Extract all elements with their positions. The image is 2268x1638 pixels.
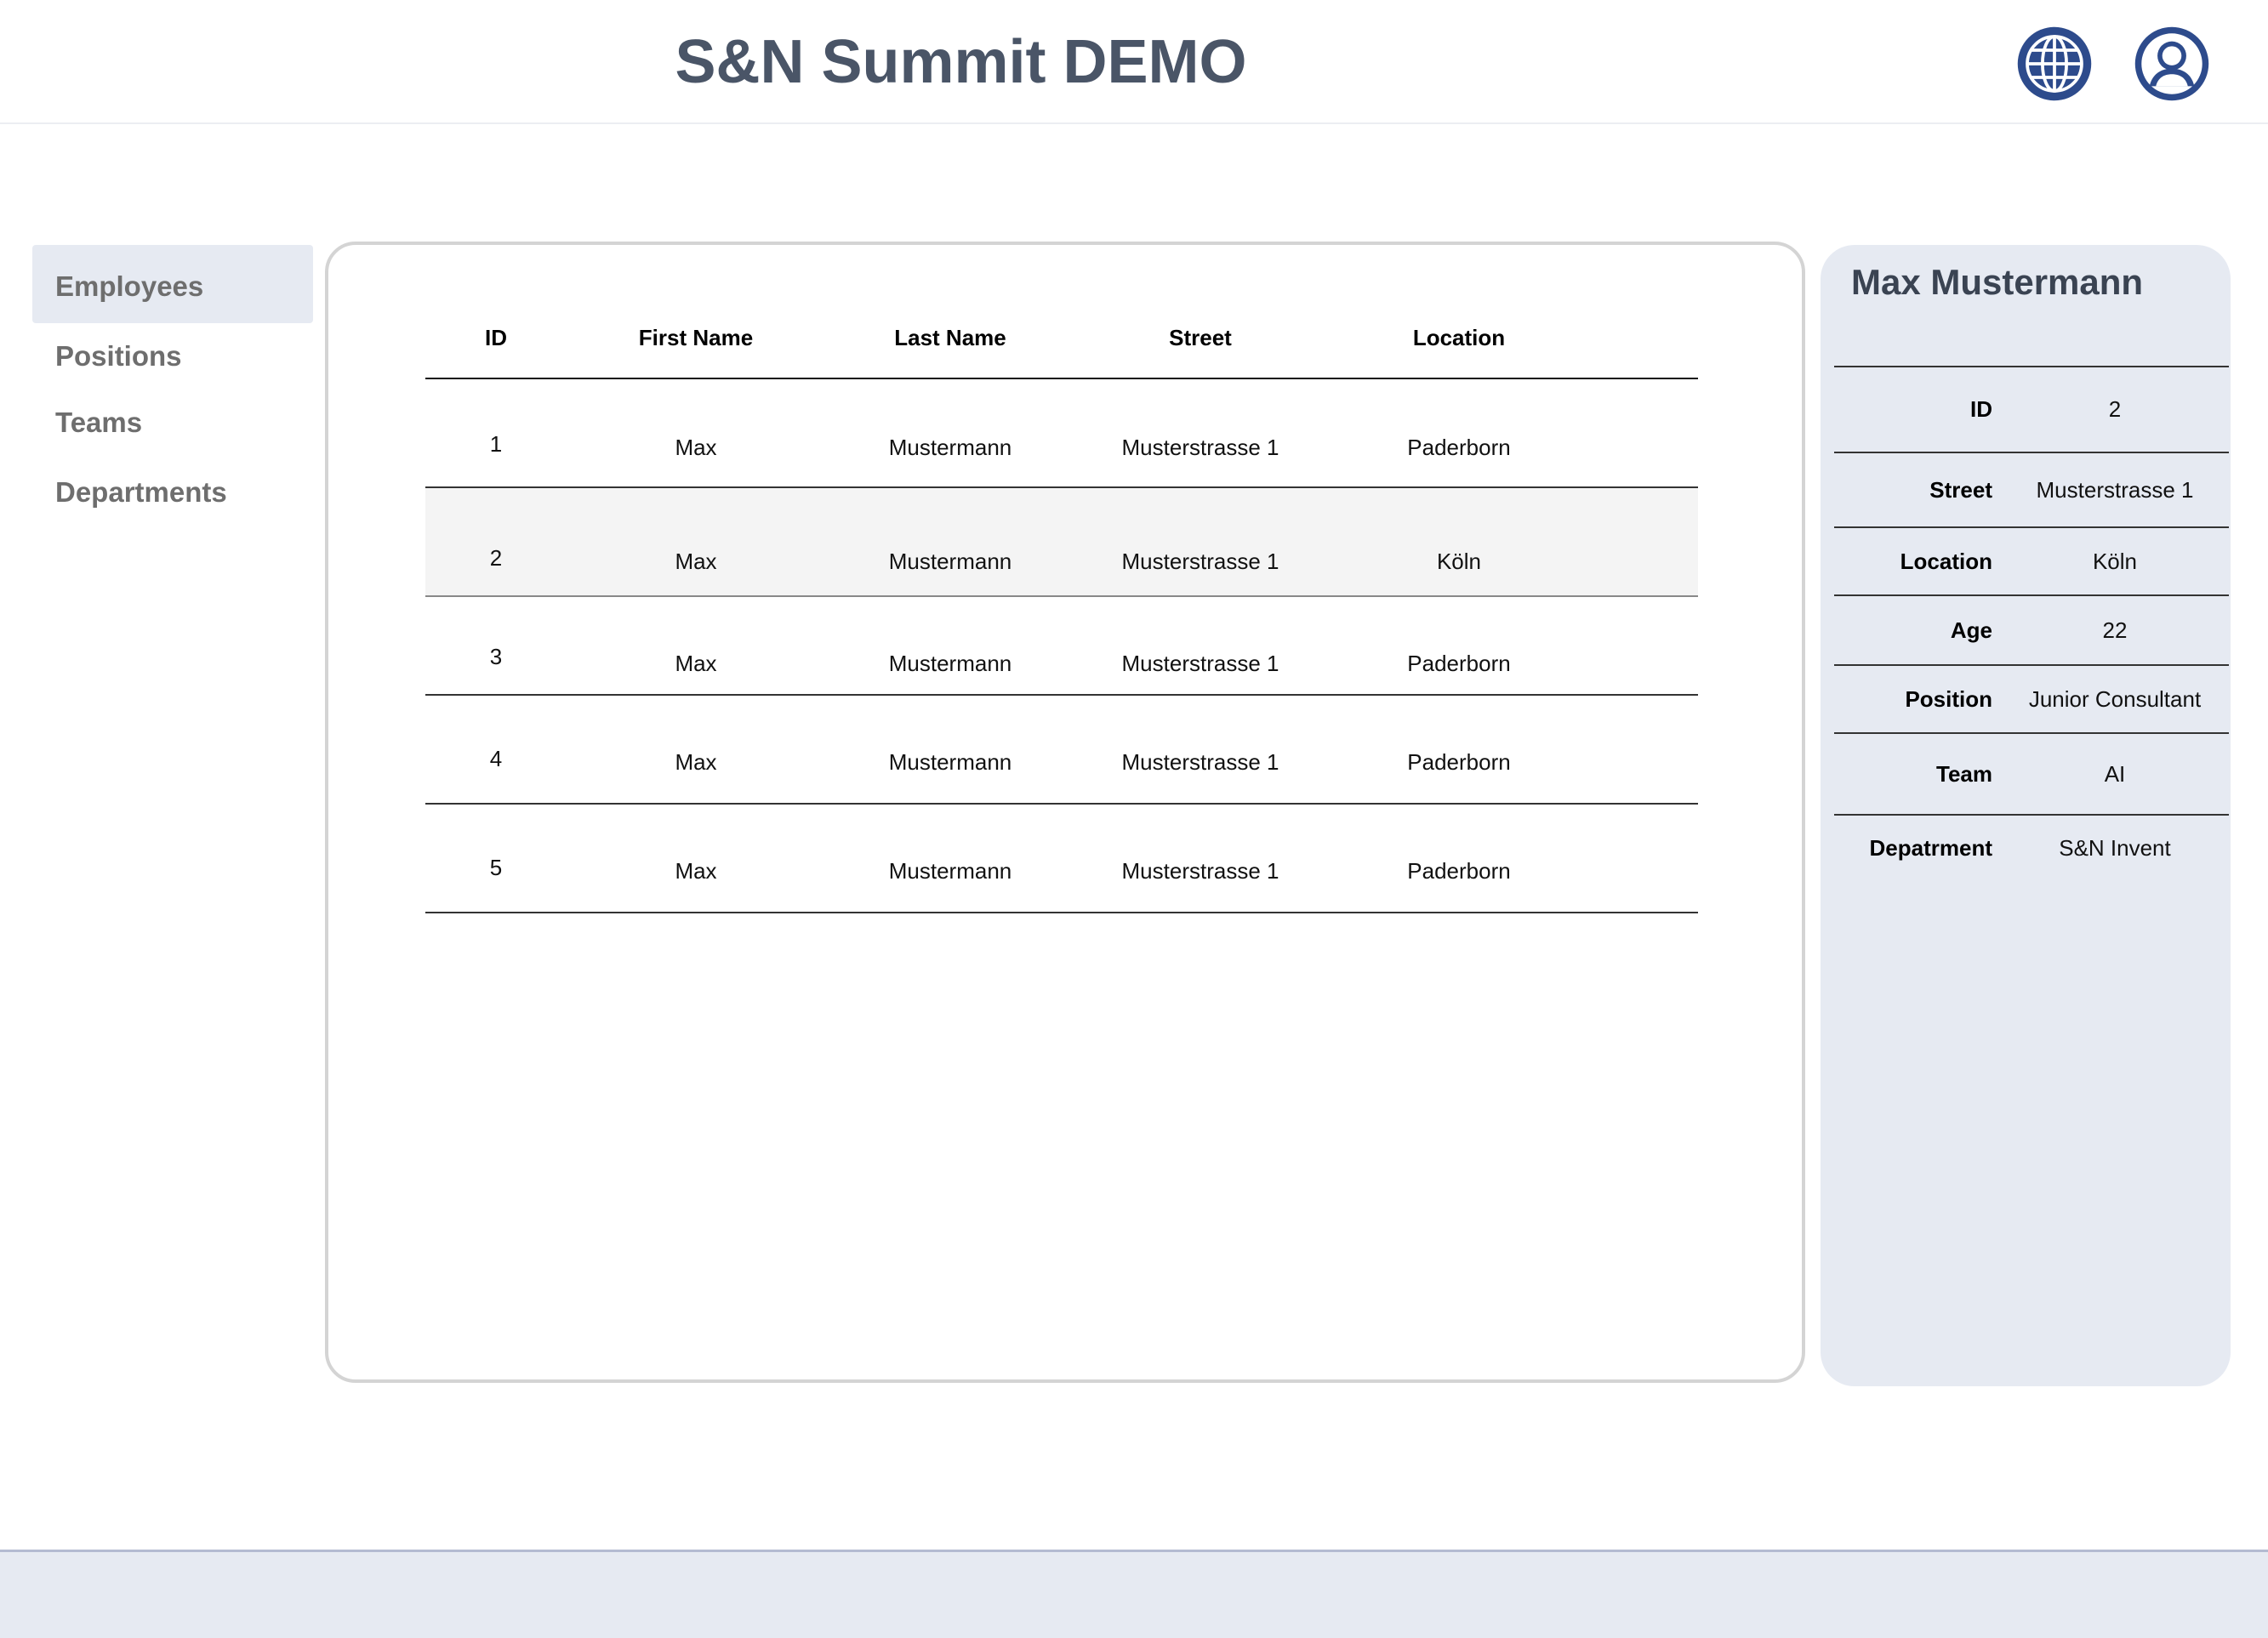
table-row[interactable]: 4 Max Mustermann Musterstrasse 1 Paderbo… [425, 695, 1698, 805]
detail-row-location: Location Köln [1834, 527, 2229, 596]
globe-icon[interactable] [2014, 24, 2094, 104]
table-row[interactable]: 3 Max Mustermann Musterstrasse 1 Paderbo… [425, 596, 1698, 696]
cell-street: Musterstrasse 1 [1075, 487, 1325, 597]
detail-label: Location [1834, 527, 1992, 596]
cell-first-name: Max [567, 378, 825, 488]
detail-employee-name: Max Mustermann [1851, 262, 2144, 302]
sidebar-item-employees[interactable]: Employees [32, 245, 313, 323]
cell-id: 5 [425, 804, 567, 913]
detail-label: Age [1834, 595, 1992, 666]
cell-last-name: Mustermann [825, 596, 1075, 696]
table-header-row: ID First Name Last Name Street Location [425, 298, 1698, 379]
detail-row-department: Depatrment S&N Invent [1834, 815, 2229, 881]
detail-label: Team [1834, 733, 1992, 816]
sidebar-item-teams[interactable]: Teams [32, 390, 313, 456]
detail-value: Musterstrasse 1 [1992, 452, 2229, 528]
column-header-id[interactable]: ID [425, 298, 567, 379]
sidebar: Employees Positions Teams Departments [32, 245, 313, 526]
cell-id: 3 [425, 596, 567, 696]
detail-row-position: Position Junior Consultant [1834, 665, 2229, 734]
column-header-location[interactable]: Location [1325, 298, 1593, 379]
user-icon[interactable] [2132, 24, 2212, 104]
cell-last-name: Mustermann [825, 804, 1075, 913]
employee-detail-panel: Max Mustermann ID 2 Street Musterstrasse… [1821, 245, 2231, 1386]
column-header-street[interactable]: Street [1075, 298, 1325, 379]
cell-first-name: Max [567, 487, 825, 597]
detail-value: S&N Invent [2059, 835, 2171, 861]
cell-street: Musterstrasse 1 [1075, 378, 1325, 488]
detail-value: 22 [1992, 595, 2229, 666]
employee-table-panel: ID First Name Last Name Street Location … [325, 242, 1805, 1383]
column-header-first-name[interactable]: First Name [567, 298, 825, 379]
cell-spacer [1593, 378, 1698, 488]
detail-label: Position [1834, 665, 1992, 734]
detail-value: AI [1992, 733, 2229, 816]
cell-location: Paderborn [1325, 695, 1593, 805]
table-row[interactable]: 5 Max Mustermann Musterstrasse 1 Paderbo… [425, 804, 1698, 913]
cell-location: Paderborn [1325, 378, 1593, 488]
detail-row-age: Age 22 [1834, 595, 2229, 666]
cell-last-name: Mustermann [825, 378, 1075, 488]
app-title: S&N Summit DEMO [675, 28, 1247, 96]
cell-last-name: Mustermann [825, 695, 1075, 805]
column-header-last-name[interactable]: Last Name [825, 298, 1075, 379]
cell-first-name: Max [567, 596, 825, 696]
employee-table: ID First Name Last Name Street Location … [425, 298, 1698, 913]
cell-location: Köln [1325, 487, 1593, 597]
cell-street: Musterstrasse 1 [1075, 596, 1325, 696]
app-footer [0, 1550, 2268, 1638]
cell-spacer [1593, 804, 1698, 913]
cell-spacer [1593, 695, 1698, 805]
cell-id: 4 [425, 695, 567, 805]
detail-label: Depatrment [1869, 835, 1992, 861]
table-row-selected[interactable]: 2 Max Mustermann Musterstrasse 1 Köln [425, 487, 1698, 597]
cell-location: Paderborn [1325, 804, 1593, 913]
detail-row-id: ID 2 [1834, 367, 2229, 453]
detail-value: Köln [1992, 527, 2229, 596]
cell-first-name: Max [567, 695, 825, 805]
sidebar-item-departments[interactable]: Departments [32, 459, 313, 526]
detail-label: ID [1834, 367, 1992, 453]
sidebar-item-positions[interactable]: Positions [32, 323, 313, 390]
cell-last-name: Mustermann [825, 487, 1075, 597]
cell-first-name: Max [567, 804, 825, 913]
detail-value: 2 [1992, 367, 2229, 453]
cell-id: 2 [425, 487, 567, 597]
cell-street: Musterstrasse 1 [1075, 695, 1325, 805]
cell-spacer [1593, 596, 1698, 696]
column-header-spacer [1593, 298, 1698, 379]
cell-location: Paderborn [1325, 596, 1593, 696]
cell-id: 1 [425, 378, 567, 488]
table-row[interactable]: 1 Max Mustermann Musterstrasse 1 Paderbo… [425, 378, 1698, 488]
app-header: S&N Summit DEMO [0, 0, 2268, 124]
detail-value: Junior Consultant [1992, 665, 2229, 734]
detail-label: Street [1834, 452, 1992, 528]
detail-row-street: Street Musterstrasse 1 [1834, 452, 2229, 528]
cell-spacer [1593, 487, 1698, 597]
cell-street: Musterstrasse 1 [1075, 804, 1325, 913]
detail-fields: ID 2 Street Musterstrasse 1 Location Köl… [1834, 367, 2229, 881]
detail-row-team: Team AI [1834, 733, 2229, 816]
